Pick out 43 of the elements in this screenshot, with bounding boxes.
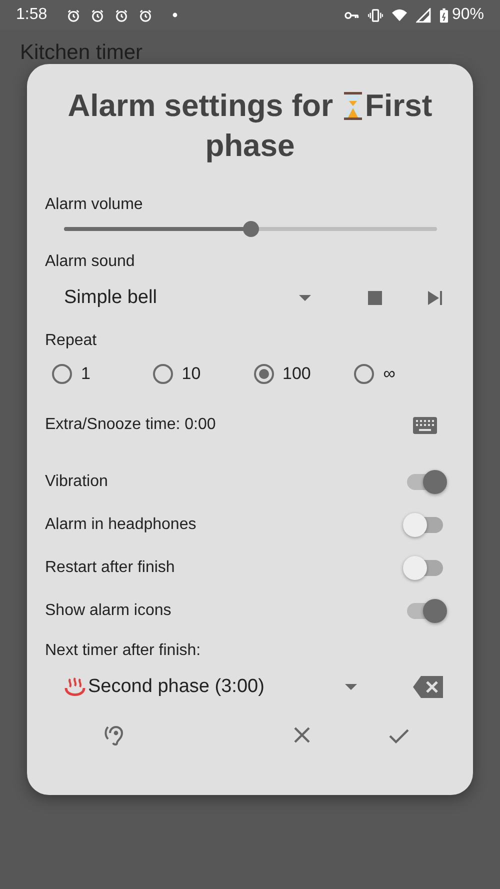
alarm-clock-icon [66, 8, 82, 22]
clock-time: 1:58 [16, 6, 48, 24]
caret-icon [345, 684, 357, 690]
skip-next-icon[interactable] [427, 290, 443, 306]
caret-icon [299, 295, 311, 301]
stop-icon[interactable] [367, 290, 383, 306]
sound-dropdown[interactable]: Simple bell [45, 278, 367, 318]
radio-label: ∞ [383, 364, 396, 384]
section-label: Repeat [45, 331, 98, 351]
radio-button[interactable] [152, 364, 173, 384]
radio-button[interactable] [254, 364, 274, 384]
app-title: Kitchen timer [20, 41, 143, 65]
section-label: Alarm sound [45, 252, 136, 272]
vibrate-icon [368, 8, 383, 22]
slider-thumb[interactable] [242, 221, 258, 237]
switch-label: Show alarm icons [45, 602, 172, 620]
switch-label: Alarm in headphones [45, 516, 196, 534]
dialog-title: Alarm settings for [68, 87, 334, 125]
alarm-clock-icon [138, 8, 154, 22]
radio-button[interactable] [354, 364, 374, 384]
alarm-clock-icon [90, 8, 106, 22]
section-label: Next timer after finish: [45, 641, 202, 661]
snooze-time-label: Extra/Snooze time: 0:00 [45, 416, 216, 434]
battery-icon [440, 8, 448, 22]
signal-icon [416, 8, 431, 22]
switch-label: Restart after finish [45, 558, 175, 576]
hourglass-icon [343, 91, 364, 121]
radio-label: 10 [182, 364, 201, 384]
section-label: Alarm volume [45, 195, 144, 215]
alarm-clock-icon [114, 8, 130, 22]
hot-springs-icon [64, 677, 86, 697]
dot-icon [172, 12, 178, 18]
next-timer-dropdown[interactable]: Second phase (3:00) [45, 667, 413, 707]
radio-label: 1 [81, 364, 90, 384]
dialog-title: First [365, 87, 432, 125]
backspace-icon[interactable] [413, 676, 443, 698]
wifi-icon [392, 8, 407, 22]
battery-level: 90% [452, 6, 484, 24]
switch-label: Vibration [45, 472, 108, 490]
radio-button[interactable] [52, 364, 72, 384]
keyboard-icon[interactable] [413, 416, 437, 434]
dialog-title: phase [205, 127, 295, 165]
radio-label: 100 [282, 364, 311, 384]
